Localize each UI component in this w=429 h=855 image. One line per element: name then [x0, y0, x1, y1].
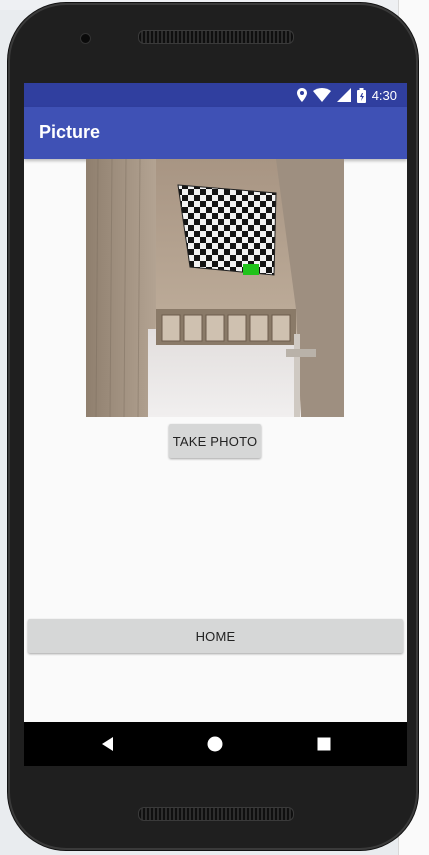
status-bar: 4:30 — [24, 83, 407, 107]
battery-icon — [356, 87, 366, 103]
app-title: Picture — [39, 122, 101, 142]
recents-icon[interactable] — [314, 734, 334, 754]
back-icon[interactable] — [98, 734, 118, 754]
captured-photo — [86, 159, 344, 417]
home-button[interactable]: HOME — [28, 619, 403, 653]
earpiece-speaker — [138, 30, 294, 44]
home-circle-icon[interactable] — [205, 734, 225, 754]
front-camera — [80, 33, 91, 44]
location-icon — [296, 88, 307, 102]
signal-icon — [336, 88, 351, 102]
take-photo-button[interactable]: TAKE PHOTO — [169, 424, 261, 458]
status-time: 4:30 — [371, 87, 397, 103]
device-screen: 4:30 Picture TAKE PHOTO HOME — [24, 83, 407, 766]
navigation-bar — [24, 722, 407, 766]
wifi-icon — [312, 88, 331, 102]
phone-frame: 4:30 Picture TAKE PHOTO HOME — [8, 3, 418, 850]
bottom-speaker — [138, 807, 294, 821]
app-bar: Picture — [24, 107, 407, 159]
